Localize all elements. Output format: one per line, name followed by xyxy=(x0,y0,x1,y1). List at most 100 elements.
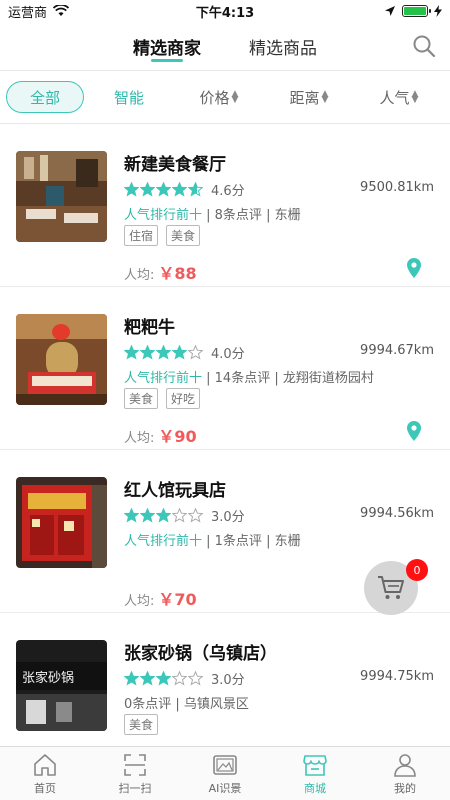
nav-scan[interactable]: 扫一扫 xyxy=(90,747,180,800)
cart-count-badge: 0 xyxy=(406,559,428,581)
cart-button[interactable]: 0 xyxy=(364,559,428,615)
rating-score: 3.0分 xyxy=(211,510,245,525)
star-icon xyxy=(140,671,155,686)
star-icon xyxy=(140,508,155,523)
nav-label: 我的 xyxy=(394,781,416,795)
avg-price: 人均: ￥70 xyxy=(124,586,197,610)
star-icon xyxy=(188,508,203,523)
shop-icon xyxy=(303,754,327,776)
status-right xyxy=(384,5,442,17)
merchant-photo xyxy=(16,151,107,242)
nav-home[interactable]: 首页 xyxy=(0,747,90,800)
price-amount: ￥88 xyxy=(158,264,197,283)
rating-score: 4.6分 xyxy=(211,184,245,199)
avg-price: 人均: ￥88 xyxy=(124,260,197,284)
merchant-name: 红人馆玩具店 xyxy=(124,481,226,501)
battery-icon xyxy=(402,5,431,17)
filter-bar: 全部 智能 价格 ▲ ▼ 距离 ▲ ▼ 人气 ▲ ▼ xyxy=(0,70,450,124)
filter-price[interactable]: 价格 ▲ ▼ xyxy=(174,87,264,108)
filter-popularity[interactable]: 人气 ▲ ▼ xyxy=(354,87,444,108)
price-amount: ￥70 xyxy=(158,590,197,609)
merchant-meta: 人气排行前十 | 1条点评 | 东栅 xyxy=(124,530,301,549)
star-icon xyxy=(172,182,187,197)
merchant-card[interactable]: 张家砂锅 张家砂锅（乌镇店） 3.0分 9994.75km 0条点评 | 乌镇风… xyxy=(0,613,450,746)
merchant-meta: 人气排行前十 | 14条点评 | 龙翔街道杨园村 xyxy=(124,367,374,386)
scan-icon xyxy=(124,753,146,776)
top-tabs: 精选商家 精选商品 xyxy=(0,22,450,70)
meta-text: | 8条点评 | 东栅 xyxy=(202,208,301,223)
star-icon xyxy=(124,182,139,197)
star-icon xyxy=(156,345,171,360)
star-icon xyxy=(172,345,187,360)
popularity-badge: 人气排行前十 xyxy=(124,371,203,386)
search-icon[interactable] xyxy=(412,34,436,58)
merchant-card[interactable]: 新建美食餐厅 4.6分 9500.81km 人气排行前十 | 8条点评 | 东栅… xyxy=(0,124,450,287)
nav-profile[interactable]: 我的 xyxy=(360,747,450,800)
merchant-name: 张家砂锅（乌镇店） xyxy=(124,644,277,664)
tag-list: 美食 好吃 xyxy=(124,388,201,409)
star-icon xyxy=(188,671,203,686)
filter-all[interactable]: 全部 xyxy=(6,81,84,113)
merchant-distance: 9994.67km xyxy=(360,343,434,358)
ai-photo-icon xyxy=(213,754,237,775)
rating-row: 4.6分 xyxy=(124,180,245,199)
star-icon xyxy=(140,182,155,197)
star-icon xyxy=(172,508,187,523)
nav-ai-scene[interactable]: AI识景 xyxy=(180,747,270,800)
tab-featured-products[interactable]: 精选商品 xyxy=(249,22,317,70)
tag: 住宿 xyxy=(124,225,159,246)
merchant-list: 新建美食餐厅 4.6分 9500.81km 人气排行前十 | 8条点评 | 东栅… xyxy=(0,124,450,746)
price-label: 人均: xyxy=(124,594,155,609)
location-arrow-icon xyxy=(385,6,395,16)
bottom-nav: 首页 扫一扫 AI识景 商城 我的 xyxy=(0,746,450,800)
meta-text: | 1条点评 | 东栅 xyxy=(202,534,301,549)
merchant-meta: 0条点评 | 乌镇风景区 xyxy=(124,693,249,712)
price-amount: ￥90 xyxy=(158,427,197,446)
nav-label: 首页 xyxy=(34,781,56,795)
filter-smart[interactable]: 智能 xyxy=(84,87,174,108)
status-left: 运营商 xyxy=(8,2,70,21)
star-icon xyxy=(124,508,139,523)
star-rating xyxy=(124,182,203,197)
merchant-meta: 人气排行前十 | 8条点评 | 东栅 xyxy=(124,204,301,223)
sort-arrows-icon: ▲ ▼ xyxy=(231,89,239,105)
star-icon xyxy=(124,345,139,360)
wifi-icon xyxy=(53,5,70,16)
star-icon xyxy=(124,671,139,686)
merchant-photo: 张家砂锅 xyxy=(16,640,107,731)
nav-label: 商城 xyxy=(304,781,326,795)
tag: 好吃 xyxy=(166,388,201,409)
home-icon xyxy=(34,753,56,776)
avg-price: 人均: ￥90 xyxy=(124,423,197,447)
merchant-distance: 9994.56km xyxy=(360,506,434,521)
meta-text: | 14条点评 | 龙翔街道杨园村 xyxy=(202,371,374,386)
merchant-photo xyxy=(16,314,107,405)
tab-featured-merchants[interactable]: 精选商家 xyxy=(133,22,201,70)
map-pin-icon[interactable] xyxy=(406,421,422,441)
price-label: 人均: xyxy=(124,268,155,283)
rating-row: 3.0分 xyxy=(124,506,245,525)
star-icon xyxy=(156,671,171,686)
user-icon xyxy=(394,753,416,777)
star-rating xyxy=(124,671,203,686)
price-label: 人均: xyxy=(124,431,155,446)
nav-mall[interactable]: 商城 xyxy=(270,747,360,800)
charging-icon xyxy=(434,5,442,17)
star-rating xyxy=(124,508,203,523)
merchant-card[interactable]: 粑粑牛 4.0分 9994.67km 人气排行前十 | 14条点评 | 龙翔街道… xyxy=(0,287,450,450)
meta-text: 0条点评 | 乌镇风景区 xyxy=(124,697,249,712)
shopping-cart-icon xyxy=(378,576,404,599)
star-icon xyxy=(188,182,203,197)
filter-popularity-label: 人气 xyxy=(379,88,410,107)
filter-smart-label: 智能 xyxy=(113,88,144,107)
rating-score: 3.0分 xyxy=(211,673,245,688)
tag: 美食 xyxy=(166,225,201,246)
map-pin-icon[interactable] xyxy=(406,258,422,278)
star-icon xyxy=(156,508,171,523)
tag-list: 住宿 美食 xyxy=(124,225,201,246)
filter-distance[interactable]: 距离 ▲ ▼ xyxy=(264,87,354,108)
nav-label: 扫一扫 xyxy=(118,781,152,795)
tag: 美食 xyxy=(124,388,159,409)
status-bar: 运营商 下午4:13 xyxy=(0,0,450,22)
merchant-name: 粑粑牛 xyxy=(124,318,175,338)
